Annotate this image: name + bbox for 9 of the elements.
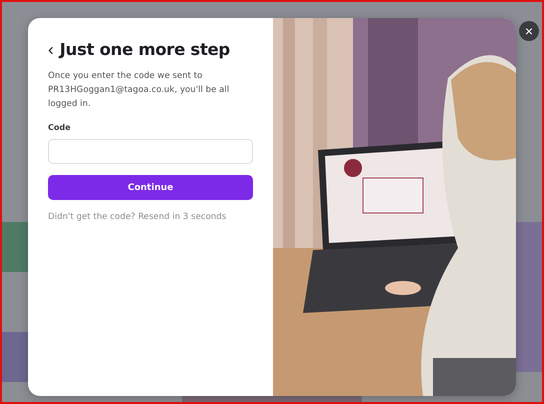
field-label: Code	[48, 123, 72, 132]
message-text: Once you enter the code we sent to PR13HGoggan1@tagoa.co.uk, you'll be all logged in.	[48, 70, 230, 111]
blurred-panel	[2, 332, 28, 382]
continue-button[interactable]: Continue	[48, 175, 253, 200]
dialog-title: Just one more step	[60, 40, 230, 59]
resend-note: Didn't get the code? Resend in 3 seconds	[48, 212, 228, 222]
back-button[interactable]: ‹	[48, 41, 54, 58]
blurred-panel	[2, 222, 28, 272]
code-field[interactable]	[48, 139, 253, 164]
